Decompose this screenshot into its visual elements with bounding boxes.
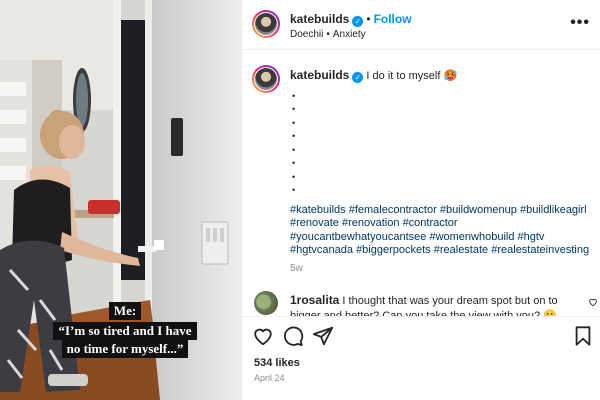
hashtag-link[interactable]: #hgtv [518, 231, 545, 243]
caption-bullet-list [290, 90, 590, 198]
post-actions-bar: 534 likes April 24 [242, 316, 600, 400]
caption-bullet [290, 171, 590, 185]
post-side-panel: katebuilds ✓ • Follow Doechii • Anxiety ••• k… [242, 0, 600, 400]
hashtag-link[interactable]: #renovate [290, 217, 339, 229]
heart-icon[interactable] [252, 325, 274, 347]
overlay-line-quote-2: no time for myself...” [61, 340, 189, 358]
post-date[interactable]: April 24 [254, 373, 285, 383]
hashtag-link[interactable]: #realestateinvesting [491, 244, 589, 256]
caption-bullet [290, 90, 590, 104]
hashtag-link[interactable]: #youcantbewhatyoucantsee [290, 231, 426, 243]
more-options-icon[interactable]: ••• [570, 14, 590, 32]
caption-author-avatar[interactable] [252, 65, 280, 93]
comments-scroll-area[interactable]: katebuilds✓ I do it to myself 🥵 #katebui… [242, 51, 600, 316]
caption-age: 5w [290, 262, 303, 274]
hashtag-link[interactable]: #buildwomenup [440, 204, 517, 216]
hashtag-link[interactable]: #biggerpockets [356, 244, 431, 256]
caption-bullet [290, 184, 590, 198]
instagram-post-view: Me: “I’m so tired and I have no time for… [0, 0, 600, 400]
hashtag-link[interactable]: #womenwhobuild [429, 231, 514, 243]
caption-bullet [290, 117, 590, 131]
caption-username[interactable]: katebuilds [290, 68, 349, 82]
hashtag-link[interactable]: #femalecontractor [349, 204, 437, 216]
author-username[interactable]: katebuilds [290, 12, 349, 26]
hashtag-link[interactable]: #contractor [403, 217, 458, 229]
post-header: katebuilds ✓ • Follow Doechii • Anxiety ••• [242, 0, 600, 50]
comment-like-heart-icon[interactable] [588, 297, 598, 307]
caption-bullet [290, 130, 590, 144]
comment-item: 1rosalita I thought that was your dream … [290, 293, 590, 316]
likes-count[interactable]: 534 likes [254, 357, 300, 369]
bookmark-icon[interactable] [572, 325, 594, 347]
hashtag-link[interactable]: #renovation [342, 217, 400, 229]
hashtag-link[interactable]: #buildlikeagirl [520, 204, 587, 216]
author-line: katebuilds ✓ • Follow [290, 12, 412, 27]
caption-bullet [290, 157, 590, 171]
caption-verified-badge-icon: ✓ [352, 72, 364, 83]
verified-badge-icon: ✓ [352, 16, 364, 27]
commenter-username[interactable]: 1rosalita [290, 293, 339, 307]
commenter-avatar[interactable] [254, 291, 278, 315]
audio-separator-dot: • [326, 29, 330, 40]
caption-bullet [290, 103, 590, 117]
caption-text: I do it to myself 🥵 [366, 70, 458, 82]
caption-hashtags: #katebuilds #femalecontractor #buildwome… [290, 204, 590, 258]
comment-bubble-icon[interactable] [282, 325, 304, 347]
hashtag-link[interactable]: #realestate [434, 244, 488, 256]
overlay-line-speaker: Me: [108, 302, 142, 320]
audio-attribution[interactable]: Doechii • Anxiety [290, 29, 366, 40]
paper-plane-icon[interactable] [312, 325, 334, 347]
overlay-line-quote-1: “I’m so tired and I have [53, 322, 197, 340]
video-text-overlay: Me: “I’m so tired and I have no time for… [36, 302, 214, 358]
audio-track[interactable]: Anxiety [333, 29, 366, 40]
hashtag-link[interactable]: #katebuilds [290, 204, 346, 216]
caption-bullet [290, 144, 590, 158]
hashtag-link[interactable]: #hgtvcanada [290, 244, 353, 256]
audio-artist[interactable]: Doechii [290, 29, 323, 40]
post-video[interactable]: Me: “I’m so tired and I have no time for… [0, 0, 242, 400]
post-caption: katebuilds✓ I do it to myself 🥵 #katebui… [290, 68, 590, 275]
follow-button[interactable]: Follow [374, 12, 412, 26]
separator-dot: • [366, 12, 371, 26]
author-avatar[interactable] [252, 10, 280, 38]
